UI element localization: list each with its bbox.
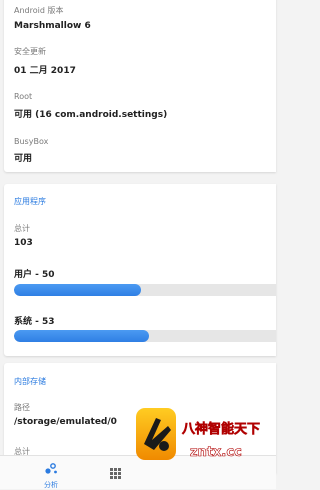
nav-analyze[interactable]: 分析 xyxy=(44,460,58,490)
user-apps-label: 用户 - 50 xyxy=(14,270,55,280)
android-version-value: Marshmallow 6 xyxy=(14,21,91,31)
storage-path-label: 路径 xyxy=(14,403,30,412)
busybox-value: 可用 xyxy=(14,154,33,164)
watermark-line2: zntx.cc xyxy=(190,445,242,460)
storage-path-value: /storage/emulated/0 xyxy=(14,417,117,427)
watermark-line1: 八神智能天下 xyxy=(181,421,260,437)
storage-section-title: 内部存储 xyxy=(14,377,46,386)
user-apps-bar-fill xyxy=(14,284,142,296)
system-apps-bar xyxy=(14,330,276,342)
android-version-label: Android 版本 xyxy=(14,6,64,15)
system-apps-label: 系统 - 53 xyxy=(14,317,55,327)
grid-icon xyxy=(110,468,121,479)
user-apps-bar xyxy=(14,284,276,296)
apps-total-value: 103 xyxy=(14,238,33,248)
root-value: 可用 (16 com.android.settings) xyxy=(14,110,168,120)
apps-total-label: 总计 xyxy=(14,224,30,233)
security-update-value: 01 二月 2017 xyxy=(14,66,76,76)
system-apps-bar-fill xyxy=(14,330,149,342)
security-update-label: 安全更新 xyxy=(14,47,46,56)
watermark: 八神智能天下 zntx.cc xyxy=(134,406,276,476)
apps-card: 应用程序 总计 103 用户 - 50 系统 - 53 xyxy=(4,184,276,356)
analyze-icon xyxy=(45,463,57,474)
root-label: Root xyxy=(14,92,33,101)
device-info-card: Android 版本 Marshmallow 6 安全更新 01 二月 2017… xyxy=(4,0,276,172)
nav-grid[interactable] xyxy=(110,464,121,483)
nav-analyze-label: 分析 xyxy=(44,481,58,489)
busybox-label: BusyBox xyxy=(14,137,49,146)
watermark-logo: 八神智能天下 zntx.cc xyxy=(136,408,260,460)
apps-section-title: 应用程序 xyxy=(14,197,46,206)
